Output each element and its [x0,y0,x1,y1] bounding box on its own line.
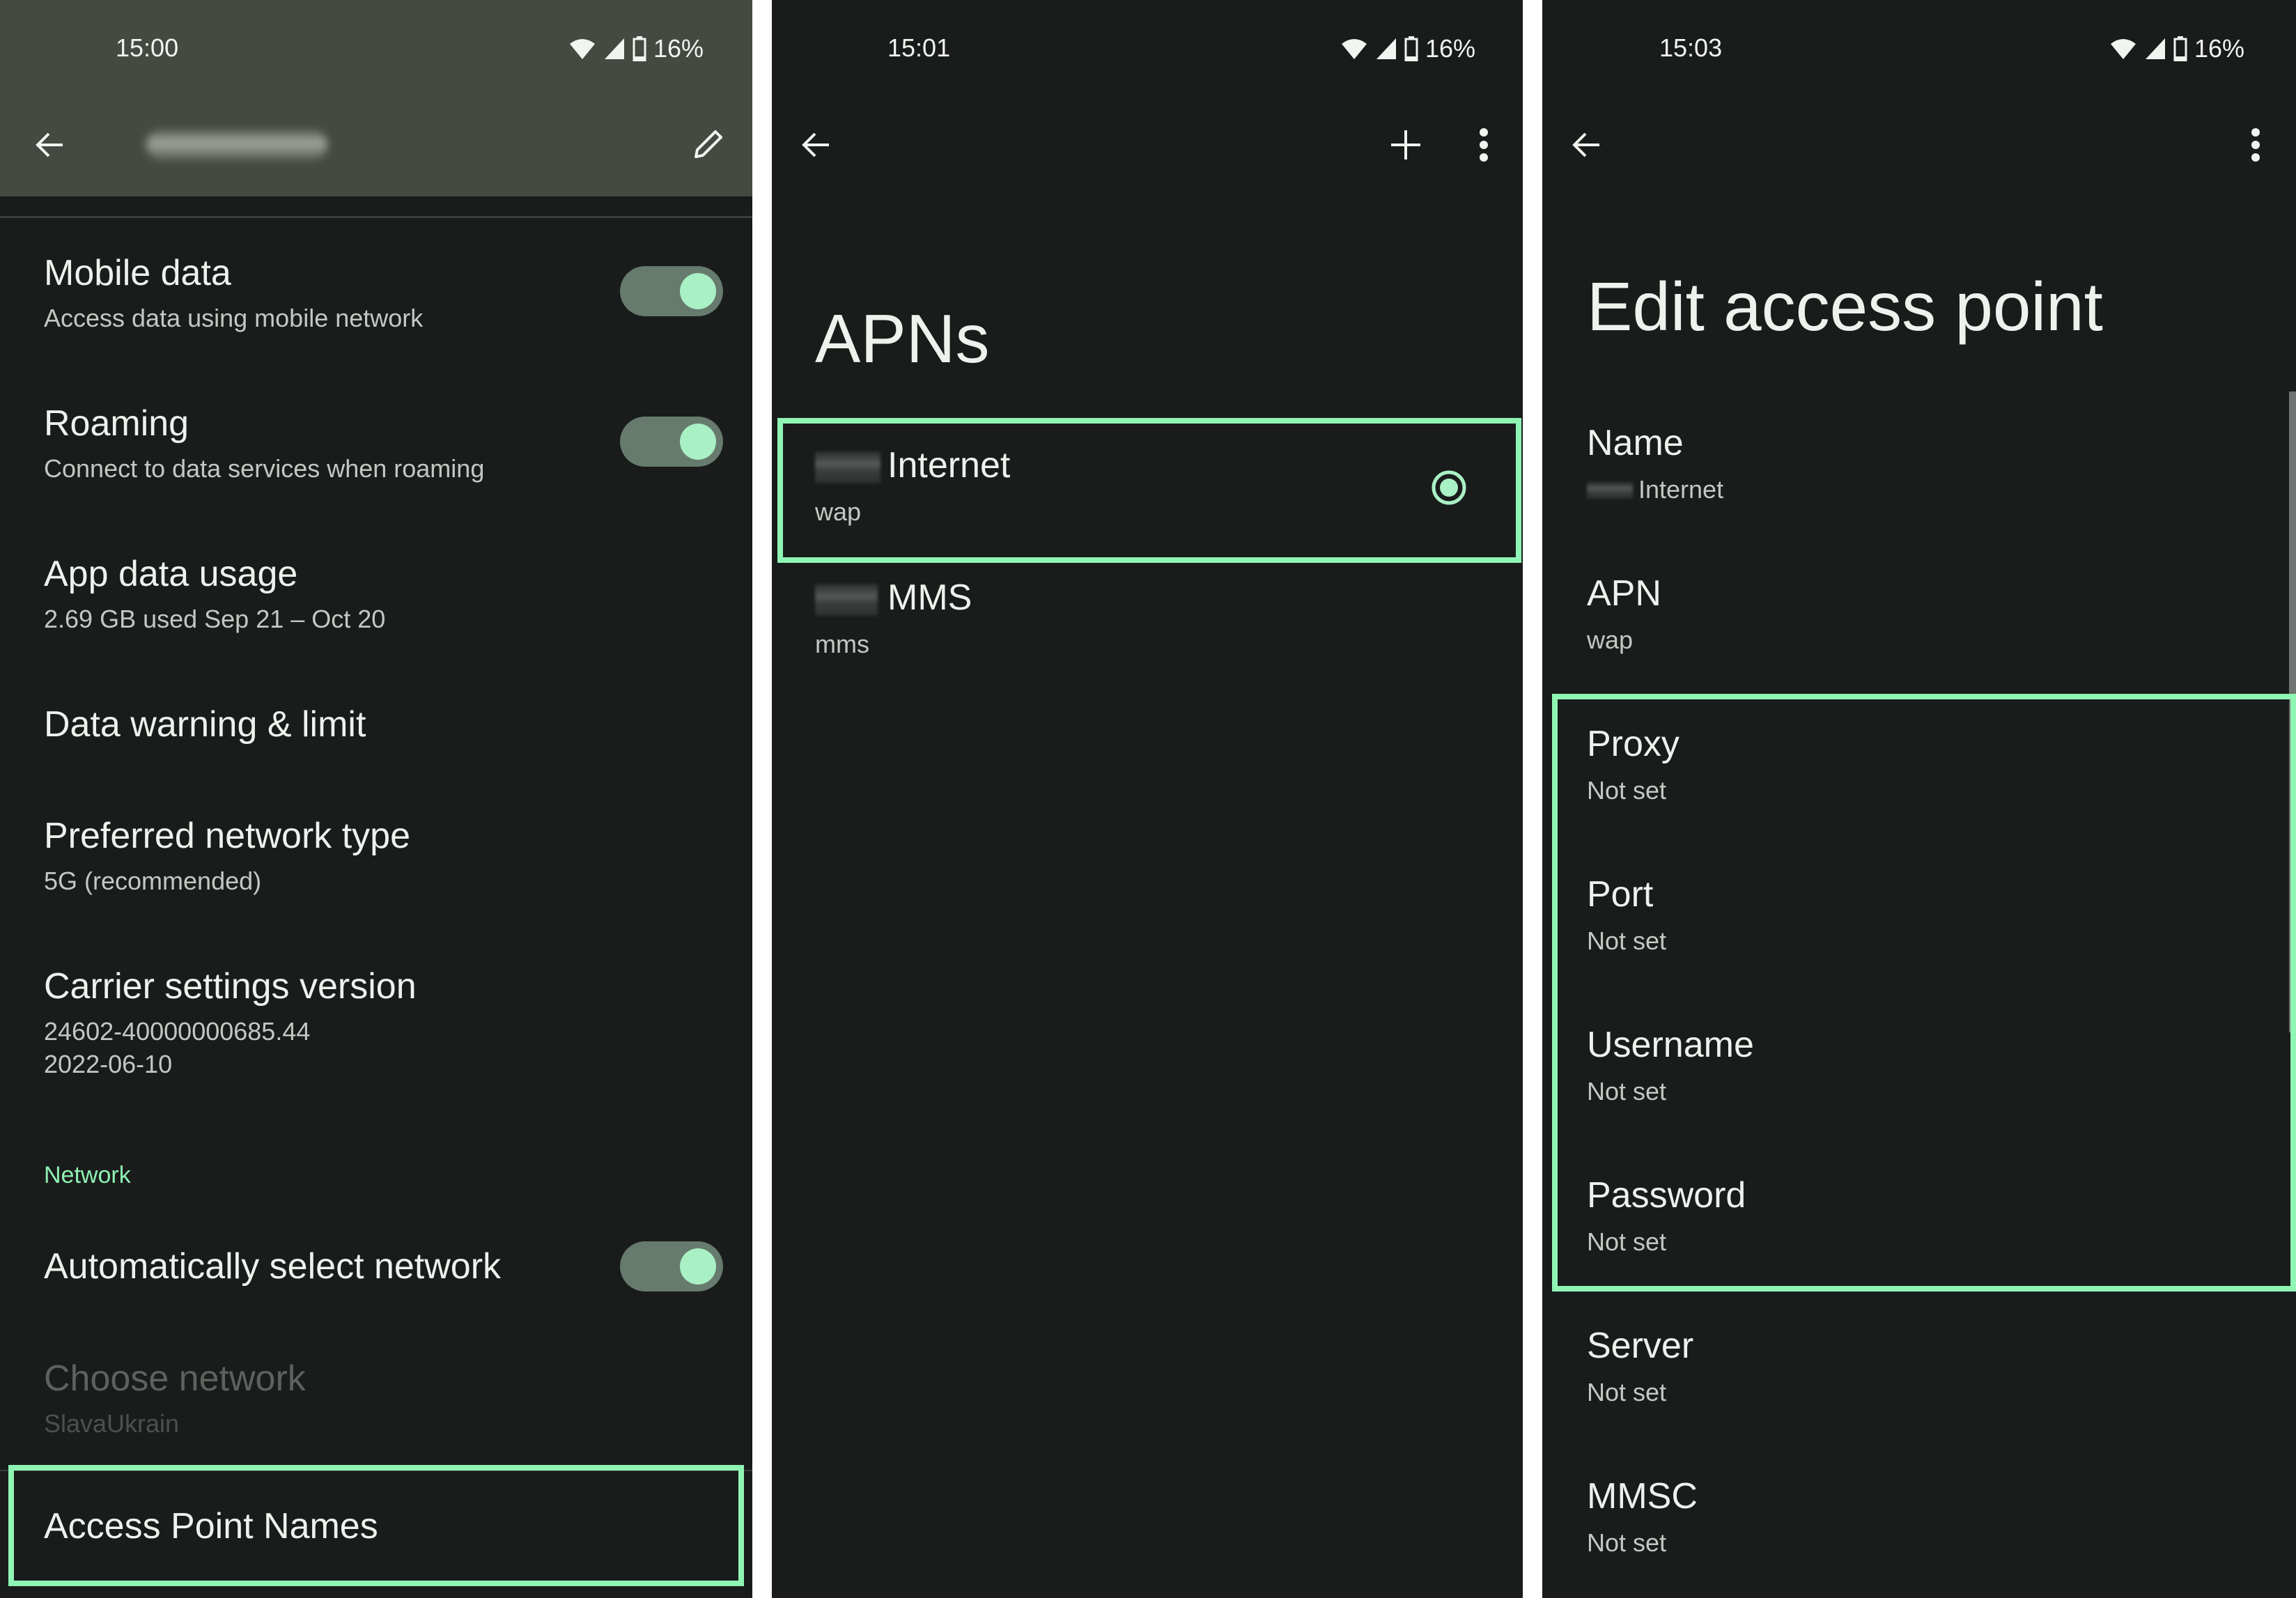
status-time: 15:01 [887,33,951,62]
field-label: APN [1587,573,1661,614]
status-time: 15:03 [1659,33,1723,62]
divider [0,216,752,218]
setting-title: App data usage [44,554,298,594]
setting-roaming[interactable]: Roaming Connect to data services when ro… [0,394,752,513]
setting-subtitle: 5G (recommended) [44,867,262,895]
setting-title: Preferred network type [44,816,411,856]
status-time: 15:00 [116,33,179,62]
highlight-box-credentials [1552,694,2296,1291]
roaming-toggle[interactable] [620,417,723,467]
setting-title: Data warning & limit [44,704,366,745]
wifi-icon [1340,37,1368,61]
wifi-icon [2109,37,2137,61]
more-vert-icon [1480,128,1488,162]
highlight-box-apn [8,1465,744,1586]
back-button[interactable] [1558,116,1616,174]
cell-signal-icon [2144,37,2166,61]
field-value: wap [1587,626,1634,654]
redacted-carrier-name [1587,482,1633,499]
battery-percent: 16% [2194,34,2245,63]
battery-icon [2173,36,2187,61]
plus-icon [1391,130,1420,160]
field-label: MMSC [1587,1476,1698,1516]
auto-select-network-toggle[interactable] [620,1241,723,1291]
setting-title: Choose network [44,1358,306,1399]
setting-title: Roaming [44,403,189,444]
arrow-back-icon [802,132,829,157]
setting-preferred-network-type[interactable]: Preferred network type 5G (recommended) [0,807,752,925]
status-icons: 16% [568,33,704,64]
setting-subtitle: 24602-40000000685.44 [44,1017,311,1046]
setting-title: Mobile data [44,253,231,293]
field-mmsc[interactable]: MMSC Not set [1542,1468,2296,1594]
more-vert-icon [2251,128,2260,162]
add-apn-button[interactable] [1376,116,1435,174]
setting-data-warning-limit[interactable]: Data warning & limit [0,695,752,779]
highlight-box-internet-apn [777,418,1521,563]
setting-choose-network: Choose network SlavaUkrain [0,1349,752,1454]
more-options-button[interactable] [2226,116,2285,174]
redacted-carrier-name [815,584,878,616]
apn-item-mms[interactable]: MMS mms [772,563,1523,695]
screen-edit-access-point: 15:03 16% Edit access point Name Interne… [1542,0,2296,1598]
battery-percent: 16% [1425,34,1476,63]
app-bar [0,0,752,196]
setting-subtitle: Connect to data services when roaming [44,454,485,483]
cell-signal-icon [1375,37,1397,61]
field-value: Not set [1587,1528,1667,1557]
battery-icon [1404,36,1418,61]
screen-apns: 15:01 16% APNs Internet wap MMS mms [772,0,1523,1598]
field-value: Not set [1587,1378,1667,1406]
apn-type: mms [815,630,869,658]
back-button[interactable] [21,116,79,174]
section-header-network: Network [44,1162,131,1188]
setting-title: Carrier settings version [44,966,417,1007]
field-value: Internet [1638,475,1724,504]
page-title: Edit access point [1587,268,2103,345]
field-apn[interactable]: APN wap [1542,566,2296,691]
cell-signal-icon [603,37,626,61]
page-title: APNs [815,300,990,377]
battery-percent: 16% [653,34,704,63]
field-label: Name [1587,423,1684,463]
setting-mobile-data[interactable]: Mobile data Access data using mobile net… [0,244,752,362]
setting-subtitle: Access data using mobile network [44,304,424,332]
edit-pencil-icon [695,130,722,158]
status-icons: 16% [1340,33,1475,64]
field-name[interactable]: Name Internet [1542,415,2296,541]
field-label: Server [1587,1326,1694,1366]
setting-app-data-usage[interactable]: App data usage 2.69 GB used Sep 21 – Oct… [0,545,752,663]
mobile-data-toggle[interactable] [620,266,723,316]
arrow-back-icon [1572,132,1599,157]
setting-carrier-settings-version: Carrier settings version 24602-400000006… [0,957,752,1110]
arrow-back-icon [36,132,63,157]
setting-subtitle-date: 2022-06-10 [44,1050,173,1078]
edit-button[interactable] [678,116,737,174]
setting-subtitle: SlavaUkrain [44,1409,180,1438]
setting-subtitle: 2.69 GB used Sep 21 – Oct 20 [44,605,386,633]
wifi-icon [568,37,596,61]
setting-auto-select-network[interactable]: Automatically select network [0,1226,752,1310]
toolbar-title-redacted [146,130,327,160]
apn-name: MMS [887,577,972,618]
setting-title: Automatically select network [44,1246,502,1287]
screen-mobile-network: 15:00 16% Mobile data Access data using … [0,0,752,1598]
more-options-button[interactable] [1455,116,1513,174]
battery-icon [633,36,646,61]
status-icons: 16% [2109,33,2244,64]
field-server[interactable]: Server Not set [1542,1318,2296,1443]
back-button[interactable] [787,116,846,174]
